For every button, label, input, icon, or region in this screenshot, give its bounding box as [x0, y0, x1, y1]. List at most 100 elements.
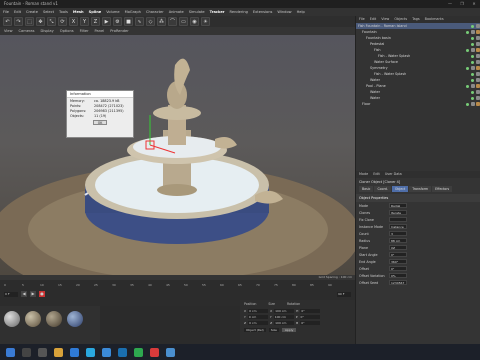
search-icon[interactable]	[22, 347, 31, 357]
tag-icon[interactable]	[475, 36, 480, 40]
material-swatch[interactable]	[4, 311, 20, 327]
size-mode-select[interactable]: Size	[268, 328, 279, 332]
menu-item[interactable]: Window	[277, 8, 291, 16]
tag-icon[interactable]	[470, 84, 475, 88]
viewport-menu-item[interactable]: Cameras	[19, 27, 35, 35]
visibility-icon[interactable]	[471, 72, 474, 76]
render-settings-icon[interactable]: ⚙	[113, 17, 122, 26]
menu-item[interactable]: Tracker	[210, 8, 225, 16]
chrome-icon[interactable]	[150, 347, 159, 357]
om-menu-item[interactable]: Tags	[412, 17, 420, 22]
undo-icon[interactable]: ↶	[3, 17, 12, 26]
whatsapp-icon[interactable]	[134, 347, 143, 357]
menu-item[interactable]: Volume	[106, 8, 119, 16]
viewport-menu-item[interactable]: Filter	[80, 27, 89, 35]
play-backward-icon[interactable]: ◀	[21, 291, 27, 297]
move-icon[interactable]: ✥	[36, 17, 45, 26]
material-tag-icon[interactable]	[475, 102, 480, 106]
visibility-icon[interactable]	[471, 42, 474, 46]
attribute-value-field[interactable]: 88 cm	[389, 238, 407, 243]
start-icon[interactable]	[6, 347, 15, 357]
tag-icon[interactable]	[475, 54, 480, 58]
menu-item[interactable]: Spline	[89, 8, 102, 16]
apply-button[interactable]: Apply	[281, 328, 297, 332]
material-swatch[interactable]	[25, 311, 41, 327]
record-icon[interactable]: ●	[39, 291, 45, 297]
tab-coord[interactable]: Coord.	[374, 186, 391, 192]
task-view-icon[interactable]	[38, 347, 47, 357]
menu-item[interactable]: File	[3, 8, 9, 16]
attribute-value-field[interactable]: Radial	[389, 203, 407, 208]
attribute-value-field[interactable]	[389, 217, 407, 222]
visibility-icon[interactable]	[466, 102, 469, 106]
attribute-value-field[interactable]: 0%	[389, 273, 407, 278]
x-axis-icon[interactable]: X	[69, 17, 78, 26]
coord-value-field[interactable]: 100 cm	[273, 315, 294, 319]
menu-item[interactable]: Mesh	[73, 8, 84, 16]
coord-mode-select[interactable]: Object (Rel)	[244, 328, 266, 332]
scale-icon[interactable]: ⤡	[47, 17, 56, 26]
tag-icon[interactable]	[475, 24, 480, 28]
viewport-menu-item[interactable]: Display	[41, 27, 54, 35]
end-frame-field[interactable]: 90 F	[337, 291, 351, 297]
menu-item[interactable]: Select	[43, 8, 54, 16]
camera-icon[interactable]: ◉	[190, 17, 199, 26]
tab-object[interactable]: Object	[391, 186, 409, 192]
coord-value-field[interactable]: 100 cm	[274, 321, 295, 325]
attribute-value-field[interactable]: 360°	[389, 259, 407, 264]
om-menu-item[interactable]: Objects	[394, 17, 407, 22]
mail-icon[interactable]	[166, 347, 175, 357]
menu-item[interactable]: Edit	[14, 8, 21, 16]
cube-icon[interactable]: ■	[124, 17, 133, 26]
visibility-icon[interactable]	[471, 78, 474, 82]
tag-icon[interactable]	[475, 78, 480, 82]
redo-icon[interactable]: ↷	[14, 17, 23, 26]
tag-icon[interactable]	[475, 72, 480, 76]
visibility-icon[interactable]	[466, 48, 469, 52]
tag-icon[interactable]	[470, 66, 475, 70]
material-swatch[interactable]	[46, 311, 62, 327]
tab-effectors[interactable]: Effectors	[432, 186, 453, 192]
menu-item[interactable]: MoGraph	[125, 8, 141, 16]
am-menu-item[interactable]: User Data	[385, 172, 402, 177]
menu-item[interactable]: Tools	[59, 8, 68, 16]
viewport-menu-item[interactable]: Options	[60, 27, 74, 35]
om-menu-item[interactable]: Edit	[370, 17, 377, 22]
visibility-icon[interactable]	[466, 30, 469, 34]
tab-basic[interactable]: Basic	[359, 186, 374, 192]
viewport-menu-item[interactable]: View	[4, 27, 13, 35]
tab-transform[interactable]: Transform	[409, 186, 432, 192]
viewport-menu-item[interactable]: Panel	[95, 27, 105, 35]
live-select-icon[interactable]: ⬚	[25, 17, 34, 26]
am-menu-item[interactable]: Edit	[373, 172, 380, 177]
ok-button[interactable]: OK	[93, 120, 107, 125]
close-button[interactable]: ✕	[468, 0, 480, 8]
rotate-icon[interactable]: ⟳	[58, 17, 67, 26]
maximize-button[interactable]: ❐	[456, 0, 468, 8]
minimize-button[interactable]: —	[444, 0, 456, 8]
attribute-value-field[interactable]: XZ	[389, 245, 407, 250]
attribute-value-field[interactable]: Iterate	[389, 210, 407, 215]
visibility-icon[interactable]	[466, 66, 469, 70]
cinema4d-icon[interactable]	[118, 347, 127, 357]
start-frame-field[interactable]: 0 F	[4, 291, 18, 297]
visibility-icon[interactable]	[471, 90, 474, 94]
light-icon[interactable]: ☀	[201, 17, 210, 26]
browser-icon[interactable]	[70, 347, 79, 357]
coord-value-field[interactable]: 0°	[300, 309, 321, 313]
visibility-icon[interactable]	[471, 54, 474, 58]
visibility-icon[interactable]	[471, 36, 474, 40]
store-icon[interactable]	[86, 347, 95, 357]
tag-icon[interactable]	[470, 102, 475, 106]
viewport-menu-item[interactable]: ProRender	[110, 27, 129, 35]
material-tag-icon[interactable]	[475, 48, 480, 52]
menu-item[interactable]: Animate	[169, 8, 184, 16]
floor-icon[interactable]: ▭	[179, 17, 188, 26]
attribute-value-field[interactable]: 0°	[389, 266, 407, 271]
deformer-icon[interactable]: ⌒	[168, 17, 177, 26]
om-menu-item[interactable]: File	[359, 17, 365, 22]
om-menu-item[interactable]: Bookmarks	[425, 17, 444, 22]
menu-item[interactable]: Help	[297, 8, 305, 16]
menu-item[interactable]: Character	[146, 8, 164, 16]
material-tag-icon[interactable]	[475, 84, 480, 88]
